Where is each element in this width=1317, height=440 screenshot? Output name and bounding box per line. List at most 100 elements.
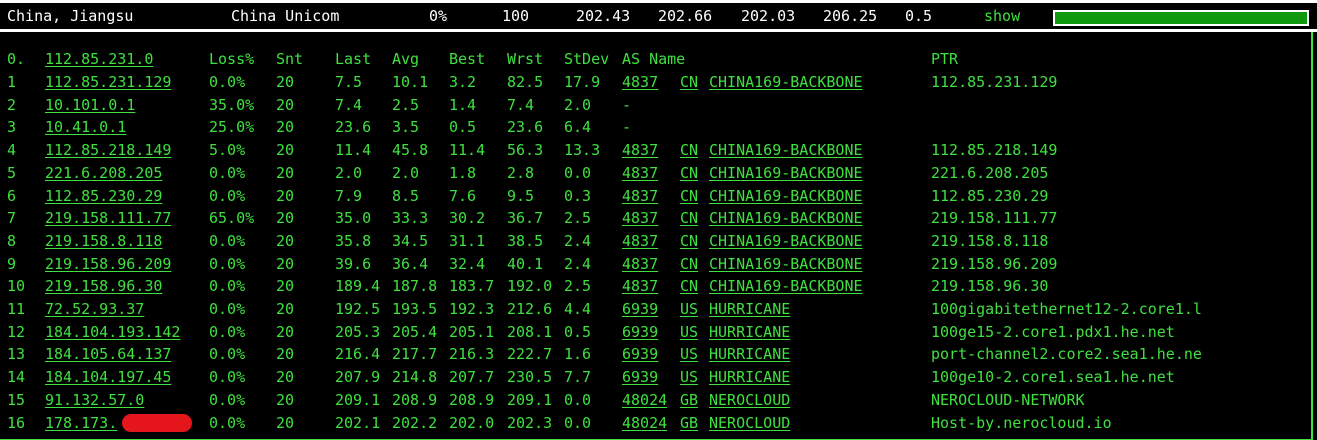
hop-host-link[interactable]: 221.6.208.205: [45, 165, 162, 181]
summary-isp: China Unicom: [231, 7, 340, 25]
hop-ptr: 219.158.96.209: [931, 254, 1058, 273]
summary-loss: 0%: [429, 7, 448, 25]
hop-sent: 20: [276, 390, 295, 409]
hop-number: 3: [7, 118, 17, 137]
hop-avg: 33.3: [392, 209, 429, 228]
hop-loss: 35.0%: [209, 95, 255, 114]
hop-best: 208.9: [449, 390, 495, 409]
hop-host-link[interactable]: 91.132.57.0: [45, 392, 144, 408]
hop-asn-link[interactable]: 4837: [622, 165, 658, 181]
hop-asn-link[interactable]: 48024: [622, 392, 667, 408]
hop-best: 202.0: [449, 413, 495, 432]
hop-sent: 20: [276, 231, 295, 250]
hop-best: 30.2: [449, 209, 486, 228]
hop-best: 7.6: [449, 186, 477, 205]
hop-ptr: 221.6.208.205: [931, 163, 1049, 182]
hop-last: 202.1: [335, 413, 381, 432]
hop-asn-link[interactable]: 4837: [622, 233, 658, 249]
hop-loss: 0.0%: [209, 368, 246, 387]
hop-number: 16: [7, 413, 26, 432]
hop-last: 39.6: [335, 254, 372, 273]
hop-sent: 20: [276, 254, 295, 273]
hop-worst: 38.5: [507, 231, 544, 250]
hop-worst: 82.5: [507, 73, 544, 91]
hop-number: 4: [7, 141, 17, 160]
header-last: Last: [335, 50, 372, 68]
hop-asn-link[interactable]: 6939: [622, 369, 658, 385]
hop-last: 35.8: [335, 231, 372, 250]
table-row: 15 91.132.57.0 0.0% 20 209.1 208.9 208.9 209.1 0…: [0, 388, 1311, 410]
hop-worst: 192.0: [507, 277, 553, 296]
hop-best: 1.8: [449, 163, 477, 182]
hop-asn-link[interactable]: 4837: [622, 278, 658, 294]
hop-asn-link[interactable]: 4837: [622, 142, 658, 158]
hop-number: 9: [7, 254, 17, 273]
hop-loss: 25.0%: [209, 118, 255, 137]
hop-asn-link[interactable]: -: [622, 119, 631, 135]
hop-asn-link[interactable]: 4837: [622, 256, 658, 272]
hop-host-link[interactable]: 184.104.197.45: [45, 369, 171, 385]
hop-worst: 202.3: [507, 413, 553, 432]
hop-loss: 0.0%: [209, 413, 246, 432]
hop-host-link[interactable]: 112.85.231.129: [45, 74, 171, 90]
summary-last: 202.43: [576, 7, 631, 25]
hop-best: 11.4: [449, 141, 486, 160]
hop-host-link[interactable]: 184.104.193.142: [45, 324, 180, 340]
header-asname: AS Name: [622, 50, 686, 68]
hop-host-link[interactable]: 178.173.: [45, 415, 117, 431]
hop-asn-link[interactable]: 6939: [622, 324, 658, 340]
hop-loss: 65.0%: [209, 209, 255, 228]
hop-country-code: CN: [680, 277, 699, 296]
hop-country-code: CN: [680, 141, 699, 160]
hop-sent: 20: [276, 73, 295, 91]
hop-host-link[interactable]: 112.85.218.149: [45, 142, 171, 158]
hop-avg: 45.8: [392, 141, 429, 160]
hop-worst: 9.5: [507, 186, 535, 205]
hop-asn-link[interactable]: -: [622, 97, 631, 113]
hop-worst: 36.7: [507, 209, 544, 228]
table-row: 10 219.158.96.30 0.0% 20 189.4 187.8 183.7 192.…: [0, 274, 1311, 296]
hop-ptr: 100gigabitethernet12-2.core1.l: [931, 300, 1202, 318]
hop-host-link[interactable]: 10.101.0.1: [45, 97, 135, 113]
hop-host-link[interactable]: 219.158.111.77: [45, 210, 171, 226]
hop-host-link[interactable]: 219.158.8.118: [45, 233, 162, 249]
hop-stdev: 2.4: [564, 254, 592, 273]
hop-avg: 8.5: [392, 186, 420, 205]
hop-last: 2.0: [335, 163, 363, 182]
hop-worst: 209.1: [507, 390, 553, 409]
hop-worst: 222.7: [507, 345, 553, 364]
hop-asn-link[interactable]: 4837: [622, 210, 658, 226]
hop-host-link[interactable]: 112.85.230.29: [45, 188, 162, 204]
hop-avg: 34.5: [392, 231, 429, 250]
hop-country-code: US: [680, 368, 699, 387]
hop-asn-link[interactable]: 6939: [622, 346, 658, 362]
hop-ptr: 219.158.8.118: [931, 231, 1049, 250]
hop-host-link[interactable]: 10.41.0.1: [45, 119, 126, 135]
hop-as-name: HURRICANE: [709, 300, 791, 318]
hop-avg: 217.7: [392, 345, 438, 364]
hop-host-link[interactable]: 219.158.96.209: [45, 256, 171, 272]
hop-asn-link[interactable]: 48024: [622, 415, 667, 431]
hop-as-name: HURRICANE: [709, 322, 791, 341]
hop-number: 10: [7, 277, 26, 296]
hop-host-link[interactable]: 184.105.64.137: [45, 346, 171, 362]
hop-as-name: CHINA169-BACKBONE: [709, 186, 863, 205]
hop-as-name: CHINA169-BACKBONE: [709, 277, 863, 296]
hop-asn-link[interactable]: 4837: [622, 188, 658, 204]
hop-worst: 23.6: [507, 118, 544, 137]
summary-sent: 100: [502, 7, 530, 25]
hop-stdev: 6.4: [564, 118, 592, 137]
hop-ptr: 100ge10-2.core1.sea1.he.net: [931, 368, 1175, 387]
summary-avg: 202.66: [658, 7, 713, 25]
hop-asn-link[interactable]: 4837: [622, 74, 658, 90]
hop-host-link[interactable]: 219.158.96.30: [45, 278, 162, 294]
hop-asn-link[interactable]: 6939: [622, 301, 658, 317]
hop-loss: 0.0%: [209, 231, 246, 250]
hop-number: 11: [7, 300, 26, 318]
show-link[interactable]: show: [984, 8, 1020, 24]
hop-number: 5: [7, 163, 17, 182]
header-host[interactable]: 112.85.231.0: [45, 51, 153, 67]
hop-host-link[interactable]: 72.52.93.37: [45, 301, 144, 317]
hop-loss: 0.0%: [209, 345, 246, 364]
hop-sent: 20: [276, 209, 295, 228]
